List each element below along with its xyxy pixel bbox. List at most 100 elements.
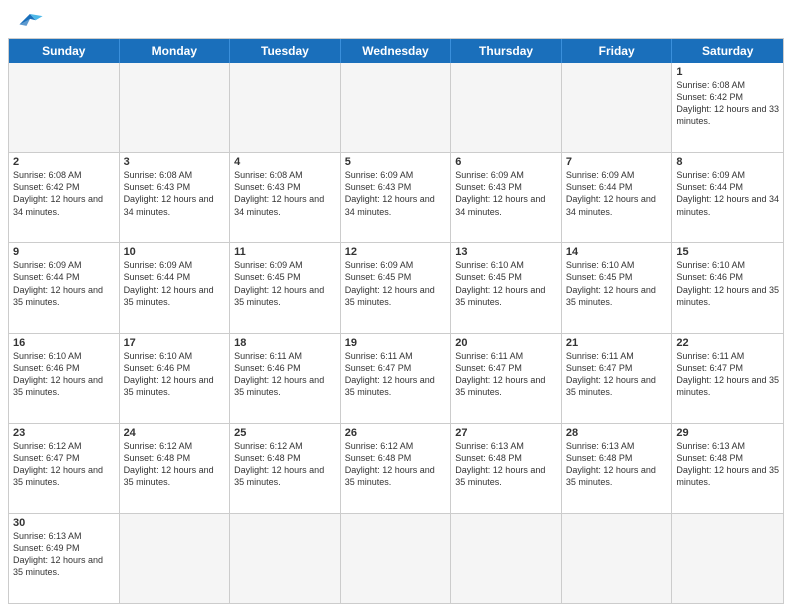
day-number: 29 — [676, 427, 779, 439]
header — [0, 0, 792, 38]
day-header: Friday — [562, 39, 673, 63]
day-number: 17 — [124, 337, 226, 349]
day-info: Sunrise: 6:12 AM Sunset: 6:47 PM Dayligh… — [13, 440, 115, 489]
day-header: Sunday — [9, 39, 120, 63]
day-info: Sunrise: 6:09 AM Sunset: 6:43 PM Dayligh… — [455, 169, 557, 218]
day-number: 23 — [13, 427, 115, 439]
day-number: 4 — [234, 156, 336, 168]
day-cell: 9Sunrise: 6:09 AM Sunset: 6:44 PM Daylig… — [9, 243, 120, 332]
day-header: Tuesday — [230, 39, 341, 63]
day-cell: 30Sunrise: 6:13 AM Sunset: 6:49 PM Dayli… — [9, 514, 120, 603]
day-cell — [341, 63, 452, 152]
day-info: Sunrise: 6:12 AM Sunset: 6:48 PM Dayligh… — [124, 440, 226, 489]
week-row: 30Sunrise: 6:13 AM Sunset: 6:49 PM Dayli… — [9, 513, 783, 603]
day-info: Sunrise: 6:09 AM Sunset: 6:45 PM Dayligh… — [234, 259, 336, 308]
day-number: 28 — [566, 427, 668, 439]
day-cell — [562, 514, 673, 603]
logo — [16, 10, 48, 32]
day-number: 18 — [234, 337, 336, 349]
day-header: Wednesday — [341, 39, 452, 63]
day-cell: 14Sunrise: 6:10 AM Sunset: 6:45 PM Dayli… — [562, 243, 673, 332]
day-number: 11 — [234, 246, 336, 258]
day-headers: SundayMondayTuesdayWednesdayThursdayFrid… — [9, 39, 783, 63]
day-cell: 15Sunrise: 6:10 AM Sunset: 6:46 PM Dayli… — [672, 243, 783, 332]
day-cell — [120, 63, 231, 152]
day-cell: 26Sunrise: 6:12 AM Sunset: 6:48 PM Dayli… — [341, 424, 452, 513]
day-info: Sunrise: 6:10 AM Sunset: 6:46 PM Dayligh… — [13, 350, 115, 399]
day-info: Sunrise: 6:10 AM Sunset: 6:46 PM Dayligh… — [124, 350, 226, 399]
day-info: Sunrise: 6:09 AM Sunset: 6:44 PM Dayligh… — [566, 169, 668, 218]
day-cell: 8Sunrise: 6:09 AM Sunset: 6:44 PM Daylig… — [672, 153, 783, 242]
day-info: Sunrise: 6:09 AM Sunset: 6:44 PM Dayligh… — [676, 169, 779, 218]
day-number: 27 — [455, 427, 557, 439]
day-number: 12 — [345, 246, 447, 258]
day-cell — [562, 63, 673, 152]
day-number: 22 — [676, 337, 779, 349]
week-row: 16Sunrise: 6:10 AM Sunset: 6:46 PM Dayli… — [9, 333, 783, 423]
day-info: Sunrise: 6:09 AM Sunset: 6:44 PM Dayligh… — [124, 259, 226, 308]
day-cell: 1Sunrise: 6:08 AM Sunset: 6:42 PM Daylig… — [672, 63, 783, 152]
day-info: Sunrise: 6:08 AM Sunset: 6:43 PM Dayligh… — [234, 169, 336, 218]
day-header: Monday — [120, 39, 231, 63]
day-number: 10 — [124, 246, 226, 258]
day-number: 25 — [234, 427, 336, 439]
day-cell — [120, 514, 231, 603]
day-cell — [451, 63, 562, 152]
day-info: Sunrise: 6:10 AM Sunset: 6:46 PM Dayligh… — [676, 259, 779, 308]
day-header: Thursday — [451, 39, 562, 63]
day-cell — [451, 514, 562, 603]
day-info: Sunrise: 6:11 AM Sunset: 6:47 PM Dayligh… — [566, 350, 668, 399]
day-number: 20 — [455, 337, 557, 349]
day-cell: 13Sunrise: 6:10 AM Sunset: 6:45 PM Dayli… — [451, 243, 562, 332]
day-cell: 2Sunrise: 6:08 AM Sunset: 6:42 PM Daylig… — [9, 153, 120, 242]
day-cell: 6Sunrise: 6:09 AM Sunset: 6:43 PM Daylig… — [451, 153, 562, 242]
day-info: Sunrise: 6:13 AM Sunset: 6:48 PM Dayligh… — [676, 440, 779, 489]
day-cell: 22Sunrise: 6:11 AM Sunset: 6:47 PM Dayli… — [672, 334, 783, 423]
day-number: 13 — [455, 246, 557, 258]
day-info: Sunrise: 6:13 AM Sunset: 6:48 PM Dayligh… — [566, 440, 668, 489]
week-row: 9Sunrise: 6:09 AM Sunset: 6:44 PM Daylig… — [9, 242, 783, 332]
day-cell — [341, 514, 452, 603]
day-number: 16 — [13, 337, 115, 349]
logo-bird-icon — [16, 10, 44, 32]
day-cell: 7Sunrise: 6:09 AM Sunset: 6:44 PM Daylig… — [562, 153, 673, 242]
day-number: 21 — [566, 337, 668, 349]
day-number: 3 — [124, 156, 226, 168]
day-info: Sunrise: 6:12 AM Sunset: 6:48 PM Dayligh… — [234, 440, 336, 489]
day-number: 1 — [676, 66, 779, 78]
day-number: 15 — [676, 246, 779, 258]
day-number: 7 — [566, 156, 668, 168]
day-number: 26 — [345, 427, 447, 439]
day-cell: 4Sunrise: 6:08 AM Sunset: 6:43 PM Daylig… — [230, 153, 341, 242]
week-row: 23Sunrise: 6:12 AM Sunset: 6:47 PM Dayli… — [9, 423, 783, 513]
day-cell: 25Sunrise: 6:12 AM Sunset: 6:48 PM Dayli… — [230, 424, 341, 513]
day-number: 19 — [345, 337, 447, 349]
day-cell: 20Sunrise: 6:11 AM Sunset: 6:47 PM Dayli… — [451, 334, 562, 423]
day-number: 24 — [124, 427, 226, 439]
day-cell: 5Sunrise: 6:09 AM Sunset: 6:43 PM Daylig… — [341, 153, 452, 242]
day-info: Sunrise: 6:10 AM Sunset: 6:45 PM Dayligh… — [566, 259, 668, 308]
day-info: Sunrise: 6:10 AM Sunset: 6:45 PM Dayligh… — [455, 259, 557, 308]
day-cell: 27Sunrise: 6:13 AM Sunset: 6:48 PM Dayli… — [451, 424, 562, 513]
day-info: Sunrise: 6:08 AM Sunset: 6:43 PM Dayligh… — [124, 169, 226, 218]
day-info: Sunrise: 6:09 AM Sunset: 6:44 PM Dayligh… — [13, 259, 115, 308]
day-cell: 17Sunrise: 6:10 AM Sunset: 6:46 PM Dayli… — [120, 334, 231, 423]
day-cell: 10Sunrise: 6:09 AM Sunset: 6:44 PM Dayli… — [120, 243, 231, 332]
day-number: 9 — [13, 246, 115, 258]
day-cell: 12Sunrise: 6:09 AM Sunset: 6:45 PM Dayli… — [341, 243, 452, 332]
day-cell — [230, 63, 341, 152]
calendar-page: SundayMondayTuesdayWednesdayThursdayFrid… — [0, 0, 792, 612]
day-cell: 11Sunrise: 6:09 AM Sunset: 6:45 PM Dayli… — [230, 243, 341, 332]
day-number: 2 — [13, 156, 115, 168]
day-cell: 24Sunrise: 6:12 AM Sunset: 6:48 PM Dayli… — [120, 424, 231, 513]
day-info: Sunrise: 6:13 AM Sunset: 6:48 PM Dayligh… — [455, 440, 557, 489]
day-info: Sunrise: 6:13 AM Sunset: 6:49 PM Dayligh… — [13, 530, 115, 579]
day-cell: 23Sunrise: 6:12 AM Sunset: 6:47 PM Dayli… — [9, 424, 120, 513]
day-info: Sunrise: 6:11 AM Sunset: 6:47 PM Dayligh… — [345, 350, 447, 399]
day-info: Sunrise: 6:08 AM Sunset: 6:42 PM Dayligh… — [13, 169, 115, 218]
day-info: Sunrise: 6:09 AM Sunset: 6:45 PM Dayligh… — [345, 259, 447, 308]
day-cell: 19Sunrise: 6:11 AM Sunset: 6:47 PM Dayli… — [341, 334, 452, 423]
day-cell: 29Sunrise: 6:13 AM Sunset: 6:48 PM Dayli… — [672, 424, 783, 513]
day-info: Sunrise: 6:11 AM Sunset: 6:47 PM Dayligh… — [676, 350, 779, 399]
day-info: Sunrise: 6:11 AM Sunset: 6:46 PM Dayligh… — [234, 350, 336, 399]
